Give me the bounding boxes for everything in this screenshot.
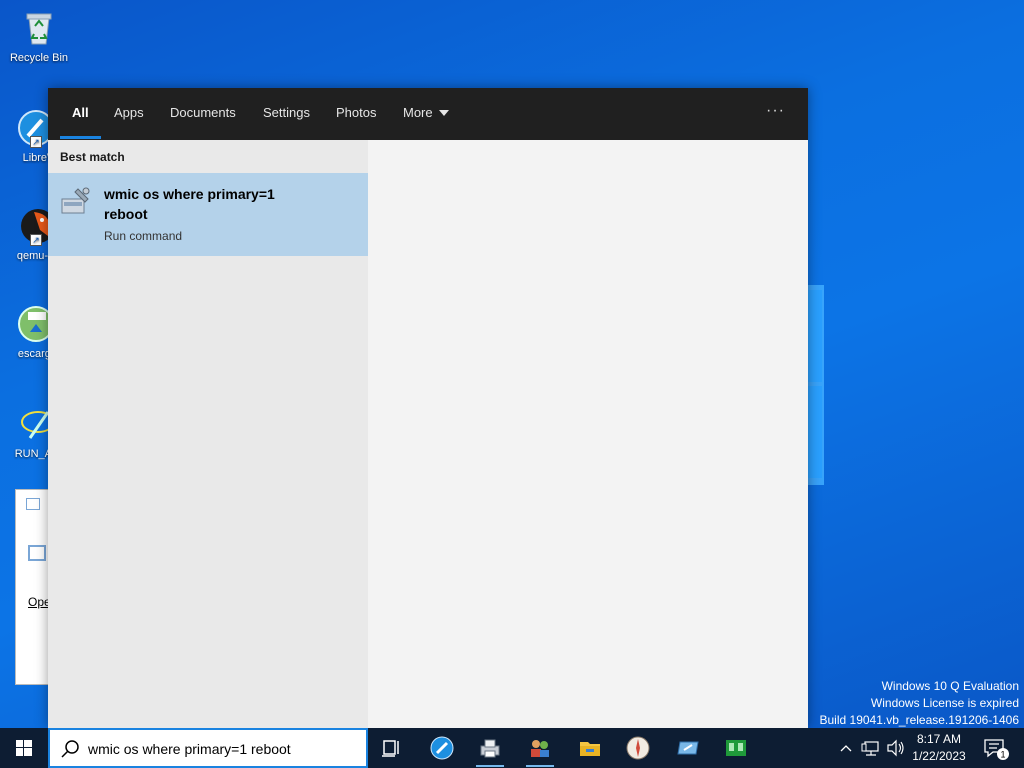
wallpaper-pane — [808, 386, 822, 478]
tab-more-label: More — [403, 105, 433, 120]
search-tabs-header: All Apps Documents Settings Photos More … — [48, 88, 808, 140]
recycle-bin-icon — [19, 8, 59, 48]
desktop-icon-recycle-bin[interactable]: Recycle Bin — [1, 8, 77, 64]
printer-icon — [480, 739, 500, 758]
taskbar-app-printer[interactable] — [466, 728, 514, 768]
tab-apps[interactable]: Apps — [114, 88, 144, 140]
shortcut-arrow-icon: ↗ — [30, 234, 42, 246]
activation-watermark: Windows 10 Q Evaluation Windows License … — [820, 678, 1020, 728]
search-panel: All Apps Documents Settings Photos More … — [48, 88, 808, 728]
more-options-button[interactable]: ··· — [766, 88, 785, 140]
volume-button[interactable] — [884, 728, 906, 768]
watermark-line: Windows 10 Q Evaluation — [881, 679, 1019, 693]
task-view-icon — [382, 740, 399, 757]
window-app-icon — [26, 498, 40, 510]
run-command-icon — [60, 185, 92, 217]
action-center-button[interactable]: 1 — [976, 728, 1016, 768]
tab-all[interactable]: All — [72, 88, 89, 140]
taskbar-app-librewolf[interactable] — [418, 728, 466, 768]
network-icon — [861, 741, 879, 756]
best-match-title: wmic os where primary=1 reboot — [104, 186, 275, 222]
network-button[interactable] — [860, 728, 882, 768]
show-hidden-icons-button[interactable] — [836, 728, 856, 768]
clock-date: 1/22/2023 — [912, 749, 966, 763]
tab-documents[interactable]: Documents — [170, 88, 236, 140]
librewolf-icon — [430, 736, 454, 760]
running-indicator — [526, 765, 554, 767]
taskbar-search-box[interactable] — [48, 728, 368, 768]
taskbar-clock[interactable]: 8:17 AM 1/22/2023 — [907, 728, 971, 768]
windows-logo-icon — [16, 740, 32, 756]
result-preview-pane — [368, 140, 808, 728]
taskbar-app-people[interactable] — [516, 728, 564, 768]
file-explorer-icon — [580, 742, 600, 756]
notification-count: 1 — [1000, 750, 1005, 760]
taskbar-app-escargot[interactable] — [614, 728, 662, 768]
desktop-icon-label: Recycle Bin — [9, 52, 69, 64]
section-header-best-match: Best match — [60, 150, 125, 164]
tab-more[interactable]: More — [403, 88, 449, 140]
task-view-button[interactable] — [368, 728, 416, 768]
best-match-result[interactable]: wmic os where primary=1 reboot Run comma… — [48, 173, 368, 256]
volume-icon — [887, 739, 904, 757]
escargot-icon — [626, 736, 650, 760]
chevron-up-icon — [840, 745, 852, 752]
wallpaper-pane — [808, 290, 822, 382]
active-tab-indicator — [60, 136, 101, 139]
chevron-down-icon — [438, 109, 449, 116]
results-list: Best match wmic os where primary=1 reboo… — [48, 140, 368, 728]
clock-time: 8:17 AM — [916, 732, 962, 746]
green-app-icon — [726, 740, 746, 756]
window-app-icon — [28, 545, 46, 561]
running-indicator — [476, 765, 504, 767]
tab-photos[interactable]: Photos — [336, 88, 376, 140]
shortcut-arrow-icon: ↗ — [30, 136, 42, 148]
notification-icon: 1 — [984, 739, 1009, 760]
taskbar-app-run[interactable] — [664, 728, 712, 768]
start-button[interactable] — [0, 728, 48, 768]
watermark-line: Windows License is expired — [870, 696, 1019, 710]
taskbar-app-green[interactable] — [712, 728, 760, 768]
taskbar-app-file-explorer[interactable] — [566, 728, 614, 768]
taskbar: 8:17 AM 1/22/2023 1 — [0, 728, 1024, 768]
people-icon — [531, 740, 549, 757]
best-match-subtitle: Run command — [104, 229, 183, 243]
tab-settings[interactable]: Settings — [263, 88, 310, 140]
watermark-line: Build 19041.vb_release.191206-1406 — [819, 713, 1020, 727]
search-icon — [60, 739, 80, 759]
search-input[interactable] — [88, 736, 358, 762]
run-app-icon — [677, 741, 699, 755]
